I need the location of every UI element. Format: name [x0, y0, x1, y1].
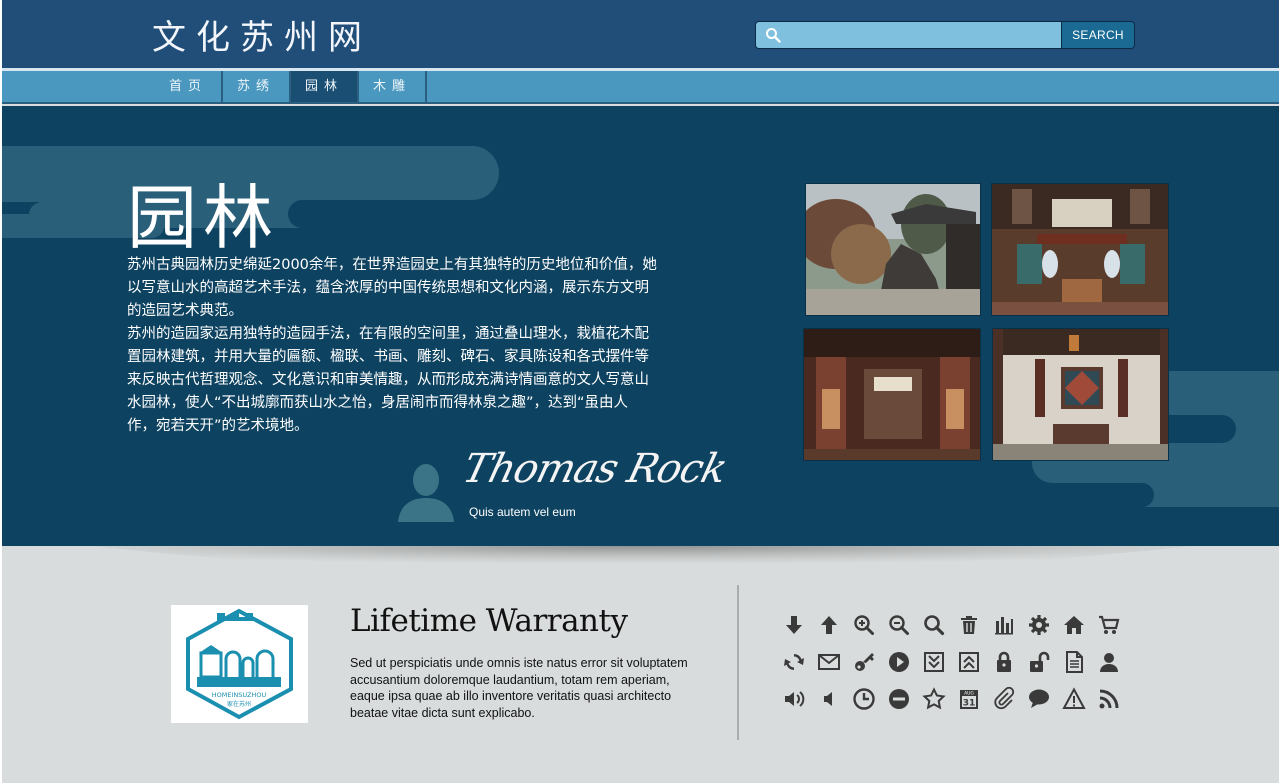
chevron-down-box-icon[interactable]: [916, 643, 951, 680]
search-bar: SEARCH: [755, 21, 1135, 49]
logo-text-en: HOMEINSUZHOU: [212, 691, 267, 699]
search-icon: [766, 28, 781, 43]
search-icon[interactable]: [916, 606, 951, 643]
cart-icon[interactable]: [1091, 606, 1126, 643]
author-signature: Thomas Rock: [458, 446, 732, 492]
search-button[interactable]: SEARCH: [1061, 22, 1134, 48]
zoom-out-icon[interactable]: [881, 606, 916, 643]
author-caption: Quis autem vel eum: [469, 505, 576, 519]
header: 文化苏州网 SEARCH: [2, 0, 1279, 68]
calendar-month: AUG: [964, 690, 974, 696]
document-icon[interactable]: [1056, 643, 1091, 680]
main-nav: 首页 苏绣 园林 木雕: [2, 68, 1279, 104]
volume-low-icon[interactable]: [811, 680, 846, 717]
paperclip-icon[interactable]: [986, 680, 1021, 717]
garden-photo-3[interactable]: [803, 328, 981, 461]
unlock-icon[interactable]: [1021, 643, 1056, 680]
bar-chart-icon[interactable]: [986, 606, 1021, 643]
nav-tab-2[interactable]: 苏绣: [223, 71, 292, 102]
nav-tab-1[interactable]: 首页: [155, 71, 224, 102]
home-icon[interactable]: [1056, 606, 1091, 643]
nav-tabs: 首页 苏绣 园林 木雕: [155, 71, 428, 102]
arrow-down-icon[interactable]: [776, 606, 811, 643]
search-input[interactable]: [756, 22, 1061, 48]
hero-description: 苏州古典园林历史绵延2000余年，在世界造园史上有其独特的历史地位和价值，她以写…: [127, 254, 657, 438]
clock-icon[interactable]: [846, 680, 881, 717]
refresh-icon[interactable]: [776, 643, 811, 680]
mail-icon[interactable]: [811, 643, 846, 680]
garden-photo-2[interactable]: [991, 183, 1169, 316]
arrow-up-icon[interactable]: [811, 606, 846, 643]
author-avatar-icon: [398, 464, 454, 522]
hero-section: 园林 苏州古典园林历史绵延2000余年，在世界造园史上有其独特的历史地位和价值，…: [2, 106, 1279, 546]
nav-tab-4[interactable]: 木雕: [359, 71, 428, 102]
user-icon[interactable]: [1091, 643, 1126, 680]
icon-grid: AUG 31: [776, 606, 1126, 717]
hero-paragraph-2: 苏州的造园家运用独特的造园手法，在有限的空间里，通过叠山理水，栽植花木配置园林建…: [127, 326, 649, 434]
key-icon[interactable]: [846, 643, 881, 680]
nav-tab-3[interactable]: 园林: [291, 71, 360, 102]
warning-icon[interactable]: [1056, 680, 1091, 717]
volume-up-icon[interactable]: [776, 680, 811, 717]
hero-shadow: [92, 546, 1192, 576]
garden-photo-4[interactable]: [992, 328, 1169, 461]
play-icon[interactable]: [881, 643, 916, 680]
home-in-suzhou-logo[interactable]: HOMEINSUZHOU 家在苏州: [171, 605, 308, 723]
hero-title: 园林: [127, 177, 279, 259]
page: 文化苏州网 SEARCH 首页 苏绣 园林 木雕 园林 苏州古典园林历史绵延2000余…: [2, 0, 1279, 783]
hero-paragraph-1: 苏州古典园林历史绵延2000余年，在世界造园史上有其独特的历史地位和价值，她以写…: [127, 257, 657, 319]
logo-text-cn: 家在苏州: [227, 700, 251, 708]
gear-icon[interactable]: [1021, 606, 1056, 643]
section-divider: [737, 585, 739, 740]
zoom-in-icon[interactable]: [846, 606, 881, 643]
rss-icon[interactable]: [1091, 680, 1126, 717]
speech-bubble-icon[interactable]: [1021, 680, 1056, 717]
garden-photo-1[interactable]: [805, 183, 981, 316]
star-icon[interactable]: [916, 680, 951, 717]
site-title[interactable]: 文化苏州网: [152, 10, 372, 59]
feature-body: Sed ut perspiciatis unde omnis iste natu…: [350, 656, 688, 720]
calendar-icon[interactable]: AUG 31: [951, 680, 986, 717]
feature-title: Lifetime Warranty: [350, 603, 628, 639]
lock-icon[interactable]: [986, 643, 1021, 680]
trash-icon[interactable]: [951, 606, 986, 643]
calendar-day: 31: [962, 698, 975, 708]
chevron-up-box-icon[interactable]: [951, 643, 986, 680]
minus-circle-icon[interactable]: [881, 680, 916, 717]
